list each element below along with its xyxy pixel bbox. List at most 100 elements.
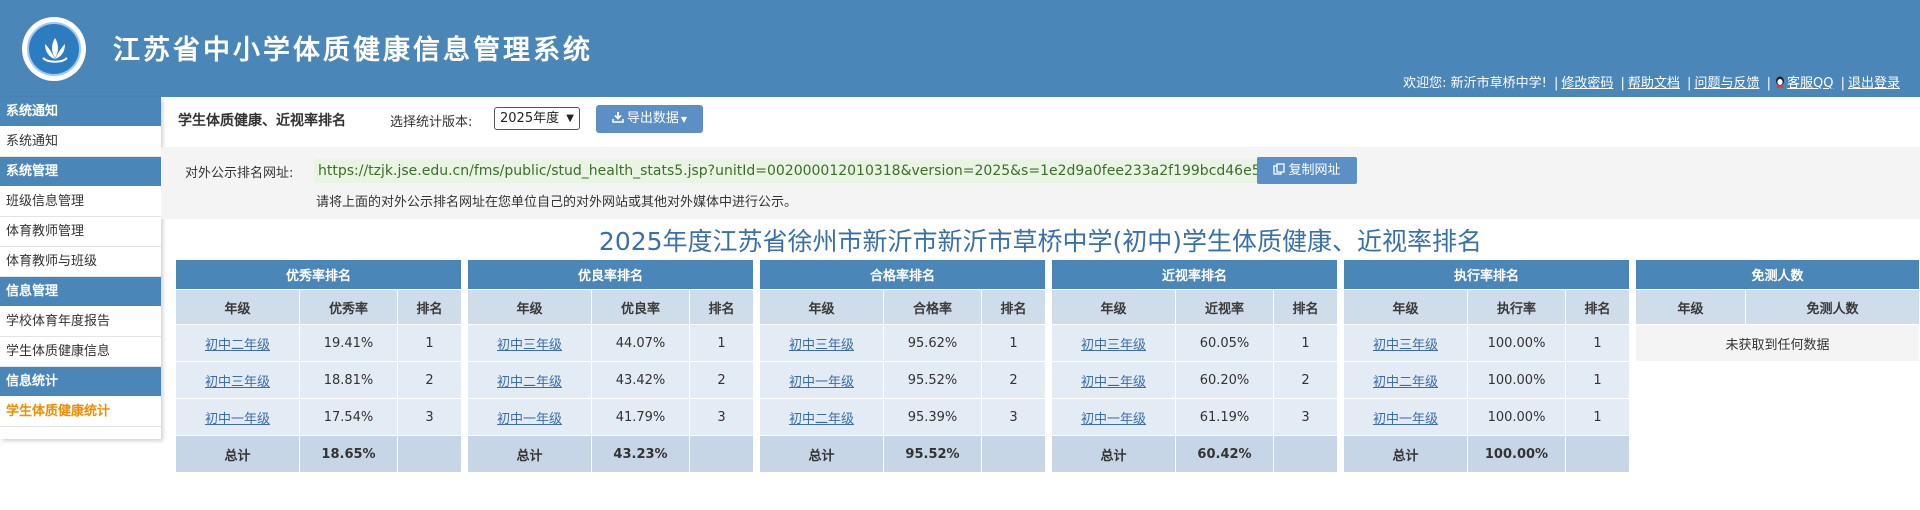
rank-cell: 2 <box>689 361 754 399</box>
version-select[interactable]: 2025年度 ▼ <box>494 107 580 130</box>
grade-link[interactable]: 初中一年级 <box>1373 412 1438 427</box>
grade-cell: 初中三年级 <box>175 361 300 399</box>
table-row: 初中二年级 100.00% 1 <box>1343 361 1630 399</box>
grade-link[interactable]: 初中三年级 <box>497 338 562 353</box>
total-rank-empty <box>397 435 462 473</box>
rate-cell: 44.07% <box>591 324 690 362</box>
sidebar-item[interactable]: 体育教师与班级 <box>0 247 161 277</box>
sidebar-category: 系统通知 <box>0 97 161 127</box>
grade-link[interactable]: 初中二年级 <box>789 412 854 427</box>
grade-link[interactable]: 初中一年级 <box>789 375 854 390</box>
table-title: 合格率排名 <box>759 259 1046 290</box>
table-title: 近视率排名 <box>1051 259 1338 290</box>
table-row: 初中一年级 41.79% 3 <box>467 398 754 436</box>
copy-url-button[interactable]: 复制网址 <box>1257 157 1357 184</box>
total-row: 总计 100.00% <box>1343 435 1630 473</box>
sidebar-item[interactable]: 学校体育年度报告 <box>0 307 161 337</box>
rate-cell: 17.54% <box>299 398 398 436</box>
customer-qq-link[interactable]: 客服QQ <box>1787 76 1833 91</box>
feedback-link[interactable]: 问题与反馈 <box>1694 76 1759 91</box>
rate-cell: 95.62% <box>883 324 982 362</box>
column-header: 排名 <box>1565 289 1630 325</box>
table-row: 初中一年级 61.19% 3 <box>1051 398 1338 436</box>
rate-cell: 18.81% <box>299 361 398 399</box>
table-row: 初中二年级 43.42% 2 <box>467 361 754 399</box>
rate-cell: 61.19% <box>1175 398 1274 436</box>
column-header: 排名 <box>981 289 1046 325</box>
grade-link[interactable]: 初中一年级 <box>497 412 562 427</box>
table-row: 初中一年级 95.52% 2 <box>759 361 1046 399</box>
total-value: 18.65% <box>299 435 398 473</box>
sidebar-item[interactable]: 体育教师管理 <box>0 217 161 247</box>
grade-link[interactable]: 初中三年级 <box>1081 338 1146 353</box>
column-header: 免测人数 <box>1745 289 1920 325</box>
column-header: 年级 <box>1635 289 1746 325</box>
rank-cell: 3 <box>397 398 462 436</box>
rank-cell: 3 <box>689 398 754 436</box>
rate-cell: 100.00% <box>1467 398 1566 436</box>
total-row: 总计 95.52% <box>759 435 1046 473</box>
grade-cell: 初中一年级 <box>1343 398 1468 436</box>
rate-cell: 19.41% <box>299 324 398 362</box>
grade-link[interactable]: 初中一年级 <box>205 412 270 427</box>
sidebar: 系统通知 系统通知 系统管理 班级信息管理 体育教师管理 体育教师与班级 信息管理 学校体育年… <box>0 97 161 439</box>
total-value: 100.00% <box>1467 435 1566 473</box>
rank-cell: 1 <box>1565 324 1630 362</box>
rank-cell: 1 <box>689 324 754 362</box>
column-header: 合格率 <box>883 289 982 325</box>
table-row: 初中三年级 44.07% 1 <box>467 324 754 362</box>
table-row: 初中一年级 100.00% 1 <box>1343 398 1630 436</box>
total-row: 总计 43.23% <box>467 435 754 473</box>
grade-cell: 初中一年级 <box>467 398 592 436</box>
version-label: 选择统计版本: <box>390 115 473 130</box>
sidebar-item[interactable]: 系统通知 <box>0 127 161 157</box>
grade-link[interactable]: 初中二年级 <box>497 375 562 390</box>
total-rank-empty <box>981 435 1046 473</box>
download-icon <box>612 106 624 134</box>
grade-link[interactable]: 初中二年级 <box>1373 375 1438 390</box>
table-title: 免测人数 <box>1635 259 1920 290</box>
total-label: 总计 <box>759 435 884 473</box>
grade-cell: 初中二年级 <box>1343 361 1468 399</box>
sidebar-category: 信息管理 <box>0 277 161 307</box>
sidebar-item[interactable]: 班级信息管理 <box>0 187 161 217</box>
column-header: 年级 <box>759 289 884 325</box>
grade-link[interactable]: 初中三年级 <box>1373 338 1438 353</box>
grade-cell: 初中二年级 <box>175 324 300 362</box>
column-header: 优秀率 <box>299 289 398 325</box>
rate-cell: 41.79% <box>591 398 690 436</box>
grade-link[interactable]: 初中二年级 <box>205 338 270 353</box>
change-password-link[interactable]: 修改密码 <box>1561 76 1613 91</box>
rank-cell: 1 <box>1273 324 1338 362</box>
table-row: 初中三年级 95.62% 1 <box>759 324 1046 362</box>
sidebar-item[interactable]: 学生体质健康信息 <box>0 337 161 367</box>
page-title: 学生体质健康、近视率排名 <box>178 113 346 129</box>
caret-down-icon: ▼ <box>680 115 688 124</box>
grade-cell: 初中二年级 <box>467 361 592 399</box>
total-row: 总计 60.42% <box>1051 435 1338 473</box>
grade-link[interactable]: 初中三年级 <box>205 375 270 390</box>
lotus-logo-icon <box>27 22 81 76</box>
public-url-label: 对外公示排名网址: <box>185 166 294 181</box>
logout-link[interactable]: 退出登录 <box>1848 76 1900 91</box>
public-url-text[interactable]: https://tzjk.jse.edu.cn/fms/public/stud_… <box>314 159 1314 183</box>
column-header: 年级 <box>1051 289 1176 325</box>
user-bar: 欢迎您: 新沂市草桥中学! | 修改密码 | 帮助文档 | 问题与反馈 | 客服QQ |… <box>1403 76 1900 91</box>
grade-link[interactable]: 初中一年级 <box>1081 412 1146 427</box>
sidebar-item[interactable]: 学生体质健康统计 <box>0 397 161 427</box>
qq-icon <box>1774 76 1786 89</box>
table-row: 初中三年级 18.81% 2 <box>175 361 462 399</box>
total-label: 总计 <box>1343 435 1468 473</box>
table-title: 优良率排名 <box>467 259 754 290</box>
rank-cell: 3 <box>981 398 1046 436</box>
help-docs-link[interactable]: 帮助文档 <box>1628 76 1680 91</box>
public-url-panel: 对外公示排名网址: https://tzjk.jse.edu.cn/fms/pu… <box>161 147 1920 219</box>
grade-cell: 初中三年级 <box>1051 324 1176 362</box>
rank-cell: 1 <box>1565 361 1630 399</box>
table-row: 初中二年级 60.20% 2 <box>1051 361 1338 399</box>
grade-link[interactable]: 初中二年级 <box>1081 375 1146 390</box>
column-header: 执行率 <box>1467 289 1566 325</box>
export-data-button[interactable]: 导出数据 ▼ <box>596 105 703 133</box>
grade-link[interactable]: 初中三年级 <box>789 338 854 353</box>
column-header: 排名 <box>689 289 754 325</box>
